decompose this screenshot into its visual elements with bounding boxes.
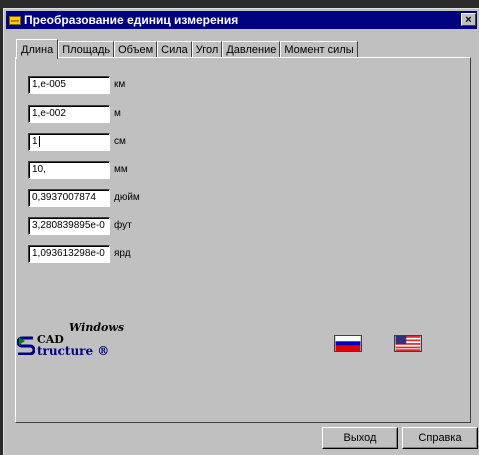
tab-length[interactable]: Длина xyxy=(16,39,59,59)
m-input[interactable]: 1,e-002 xyxy=(28,104,110,123)
close-button[interactable]: × xyxy=(461,13,476,26)
m-unit-label: м xyxy=(114,108,121,119)
mm-unit-label: мм xyxy=(114,164,128,175)
cm-input[interactable]: 1 xyxy=(28,132,110,151)
row-cm: 1 см xyxy=(28,132,126,151)
foot-input[interactable]: 3,280839895e-0 xyxy=(28,216,110,235)
cad-structure-logo: Windows CAD tructure ® xyxy=(17,321,147,361)
title-bar[interactable]: Преобразование единиц измерения × xyxy=(6,11,477,29)
text-caret xyxy=(38,135,40,147)
tab-area[interactable]: Площадь xyxy=(58,41,115,58)
tab-volume[interactable]: Объем xyxy=(114,41,158,58)
yard-input[interactable]: 1,093613298e-0 xyxy=(28,244,110,263)
row-mm: 10, мм xyxy=(28,160,128,179)
help-button[interactable]: Справка xyxy=(402,427,478,449)
app-icon[interactable] xyxy=(9,15,21,25)
us-flag-icon[interactable] xyxy=(394,335,422,352)
row-foot: 3,280839895e-0 фут xyxy=(28,216,132,235)
tab-torque[interactable]: Момент силы xyxy=(280,41,358,58)
row-yard: 1,093613298e-0 ярд xyxy=(28,244,131,263)
exit-button[interactable]: Выход xyxy=(322,427,398,449)
logo-windows-text: Windows xyxy=(69,321,125,334)
mm-input[interactable]: 10, xyxy=(28,160,110,179)
tab-force[interactable]: Сила xyxy=(157,41,192,58)
row-inch: 0,3937007874 дюйм xyxy=(28,188,140,207)
tab-panel-length: 1,e-005 км 1,e-002 м 1 см 10, мм 0,39370… xyxy=(15,57,471,423)
row-m: 1,e-002 м xyxy=(28,104,121,123)
converter-window: Преобразование единиц измерения × Длина … xyxy=(3,8,479,455)
russian-flag-icon[interactable] xyxy=(334,335,362,352)
inch-unit-label: дюйм xyxy=(114,192,140,203)
window-title: Преобразование единиц измерения xyxy=(24,13,239,27)
tab-strip: Длина Площадь Объем Сила Угол Давление М… xyxy=(16,39,358,59)
tab-pressure[interactable]: Давление xyxy=(222,41,281,58)
tab-angle[interactable]: Угол xyxy=(191,41,223,58)
km-unit-label: км xyxy=(114,79,126,90)
km-input[interactable]: 1,e-005 xyxy=(28,75,110,94)
inch-input[interactable]: 0,3937007874 xyxy=(28,188,110,207)
foot-unit-label: фут xyxy=(114,220,132,231)
yard-unit-label: ярд xyxy=(114,248,131,259)
logo-tructure-text: tructure ® xyxy=(37,344,110,358)
cm-input-value: 1 xyxy=(32,135,38,147)
cm-unit-label: см xyxy=(114,136,126,147)
logo-s-icon xyxy=(17,335,35,355)
row-km: 1,e-005 км xyxy=(28,75,125,94)
